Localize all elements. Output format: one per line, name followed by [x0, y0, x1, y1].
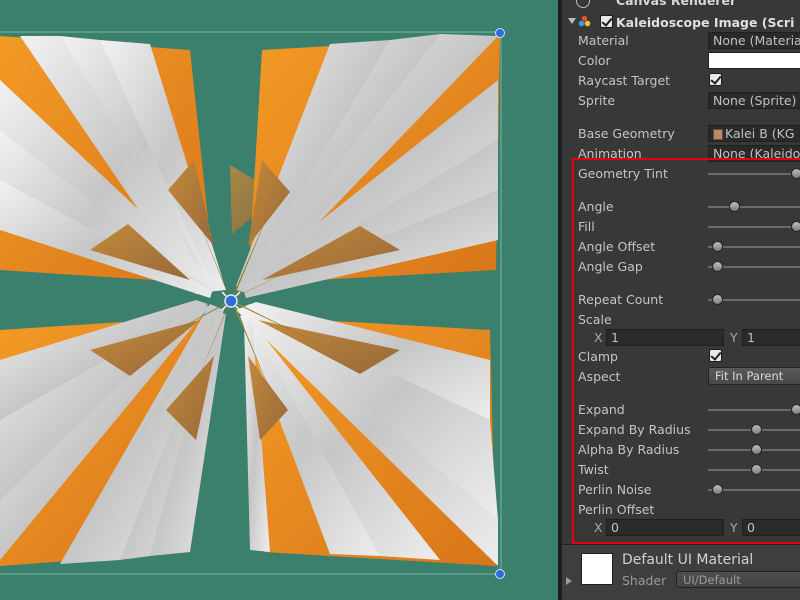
base-geometry-label: Base Geometry: [578, 126, 675, 141]
color-swatch[interactable]: [708, 52, 800, 69]
material-row: Material None (Materia: [562, 31, 800, 51]
material-preview-thumbnail[interactable]: [581, 553, 613, 585]
scene-view[interactable]: [0, 0, 558, 600]
petal-top-right: [236, 34, 500, 298]
material-panel: Default UI Material Shader UI/Default: [562, 545, 800, 600]
foldout-arrow-icon[interactable]: [566, 577, 572, 585]
color-row: Color: [562, 51, 800, 71]
help-icon[interactable]: [576, 0, 590, 8]
material-name: Default UI Material: [622, 552, 754, 568]
sprite-row: Sprite None (Sprite): [562, 91, 800, 111]
raycast-target-label: Raycast Target: [578, 73, 671, 88]
canvas-renderer-header[interactable]: Canvas Renderer: [562, 0, 800, 10]
sprite-field[interactable]: None (Sprite): [708, 92, 800, 109]
asset-icon: [713, 129, 723, 140]
pivot-gizmo[interactable]: [221, 291, 241, 311]
shader-label: Shader: [622, 573, 667, 588]
petal-bottom-right: [236, 302, 498, 566]
petal-top-left: [0, 36, 280, 298]
kaleidoscope-image: [0, 28, 505, 579]
component-title: Kaleidoscope Image (Scri: [616, 15, 795, 30]
petal-bottom-left: [0, 300, 226, 566]
shader-dropdown[interactable]: UI/Default: [676, 571, 800, 588]
color-label: Color: [578, 53, 611, 68]
script-component-icon: [578, 15, 591, 28]
material-label: Material: [578, 33, 629, 48]
resize-handle-top-right[interactable]: [495, 28, 505, 38]
foldout-arrow-icon[interactable]: [568, 18, 576, 24]
raycast-row: Raycast Target: [562, 71, 800, 91]
canvas-renderer-title: Canvas Renderer: [616, 0, 737, 8]
inspector-panel: Canvas Renderer Kaleidoscope Image (Scri…: [562, 0, 800, 600]
raycast-target-checkbox[interactable]: [709, 73, 722, 86]
base-geometry-field[interactable]: Kalei B (KG: [708, 125, 800, 142]
resize-handle-bottom-right[interactable]: [495, 569, 505, 579]
sprite-label: Sprite: [578, 93, 616, 108]
material-field[interactable]: None (Materia: [708, 32, 800, 49]
base-geometry-value: Kalei B (KG: [725, 126, 795, 141]
base-geometry-row: Base Geometry Kalei B (KG: [562, 124, 800, 144]
component-enabled-checkbox[interactable]: [600, 15, 613, 28]
highlight-box: [572, 158, 800, 544]
